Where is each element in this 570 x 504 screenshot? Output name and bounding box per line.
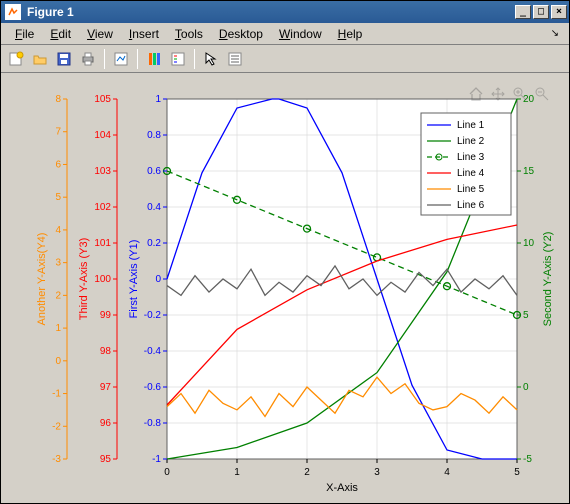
svg-text:Line 1: Line 1 xyxy=(457,120,485,131)
insert-colorbar-button[interactable] xyxy=(143,48,165,70)
svg-text:First Y-Axis (Y1): First Y-Axis (Y1) xyxy=(128,240,140,319)
menu-insert[interactable]: Insert xyxy=(121,25,167,43)
svg-text:98: 98 xyxy=(100,346,112,357)
svg-text:1: 1 xyxy=(155,94,161,105)
open-property-inspector-button[interactable] xyxy=(224,48,246,70)
svg-text:Third Y-Axis (Y3): Third Y-Axis (Y3) xyxy=(78,238,90,321)
menu-window[interactable]: Window xyxy=(271,25,330,43)
edit-plot-button[interactable] xyxy=(200,48,222,70)
svg-text:-1: -1 xyxy=(52,389,61,400)
svg-text:97: 97 xyxy=(100,382,112,393)
zoom-out-icon[interactable] xyxy=(533,85,551,103)
axes-canvas[interactable]: 0 1 2 3 4 5 X-Axis -1 -0.8 -0.6 -0.4 -0.2 0 0.2 0.4 0.6… xyxy=(7,79,563,497)
svg-text:0: 0 xyxy=(523,382,529,393)
menu-view[interactable]: View xyxy=(79,25,121,43)
svg-text:0.2: 0.2 xyxy=(147,238,161,249)
menu-desktop[interactable]: Desktop xyxy=(211,25,271,43)
svg-text:-1: -1 xyxy=(152,454,161,465)
svg-text:X-Axis: X-Axis xyxy=(326,482,358,494)
plot-area: 0 1 2 3 4 5 X-Axis -1 -0.8 -0.6 -0.4 -0.2 0 0.2 0.4 0.6… xyxy=(1,73,569,503)
svg-text:5: 5 xyxy=(55,192,61,203)
menubar: File Edit View Insert Tools Desktop Wind… xyxy=(1,23,569,45)
svg-text:15: 15 xyxy=(523,166,535,177)
svg-text:-5: -5 xyxy=(523,454,532,465)
window-title: Figure 1 xyxy=(27,5,513,19)
svg-text:105: 105 xyxy=(94,94,111,105)
svg-text:7: 7 xyxy=(55,127,61,138)
svg-text:103: 103 xyxy=(94,166,111,177)
svg-text:-0.4: -0.4 xyxy=(144,346,162,357)
svg-text:2: 2 xyxy=(55,290,61,301)
svg-text:Another Y-Axis(Y4): Another Y-Axis(Y4) xyxy=(36,233,48,326)
svg-text:Line 4: Line 4 xyxy=(457,168,485,179)
svg-text:104: 104 xyxy=(94,130,111,141)
svg-text:0: 0 xyxy=(155,274,161,285)
new-figure-button[interactable] xyxy=(5,48,27,70)
svg-text:2: 2 xyxy=(304,467,310,478)
svg-text:100: 100 xyxy=(94,274,111,285)
svg-text:3: 3 xyxy=(55,258,61,269)
svg-text:-2: -2 xyxy=(52,421,61,432)
menu-edit[interactable]: Edit xyxy=(42,25,79,43)
menu-file[interactable]: File xyxy=(7,25,42,43)
svg-text:Second Y-Axis (Y2): Second Y-Axis (Y2) xyxy=(542,232,554,327)
svg-text:1: 1 xyxy=(55,323,61,334)
svg-text:Line 3: Line 3 xyxy=(457,152,485,163)
menubar-overflow-icon[interactable]: ↘ xyxy=(547,26,563,41)
home-icon[interactable] xyxy=(467,85,485,103)
insert-legend-button[interactable] xyxy=(167,48,189,70)
svg-text:0: 0 xyxy=(55,356,61,367)
titlebar: Figure 1 _ □ × xyxy=(1,1,569,23)
minimize-button[interactable]: _ xyxy=(515,5,531,19)
svg-text:5: 5 xyxy=(514,467,520,478)
svg-text:4: 4 xyxy=(55,225,61,236)
svg-text:-0.8: -0.8 xyxy=(144,418,162,429)
svg-text:4: 4 xyxy=(444,467,450,478)
menu-help[interactable]: Help xyxy=(330,25,371,43)
pan-icon[interactable] xyxy=(489,85,507,103)
svg-text:96: 96 xyxy=(100,418,112,429)
svg-text:0.4: 0.4 xyxy=(147,202,161,213)
svg-text:3: 3 xyxy=(374,467,380,478)
axes-toolbar xyxy=(467,85,551,103)
figure-window: Figure 1 _ □ × File Edit View Insert Too… xyxy=(0,0,570,504)
toolbar xyxy=(1,45,569,73)
open-button[interactable] xyxy=(29,48,51,70)
save-button[interactable] xyxy=(53,48,75,70)
svg-text:95: 95 xyxy=(100,454,112,465)
svg-text:10: 10 xyxy=(523,238,535,249)
maximize-button[interactable]: □ xyxy=(533,5,549,19)
chart-svg: 0 1 2 3 4 5 X-Axis -1 -0.8 -0.6 -0.4 -0.2 0 0.2 0.4 0.6… xyxy=(7,79,563,497)
svg-text:-0.2: -0.2 xyxy=(144,310,162,321)
svg-text:1: 1 xyxy=(234,467,240,478)
link-plot-button[interactable] xyxy=(110,48,132,70)
zoom-in-icon[interactable] xyxy=(511,85,529,103)
menu-tools[interactable]: Tools xyxy=(167,25,211,43)
svg-text:-0.6: -0.6 xyxy=(144,382,162,393)
svg-text:101: 101 xyxy=(94,238,111,249)
svg-text:6: 6 xyxy=(55,159,61,170)
svg-text:Line 6: Line 6 xyxy=(457,200,485,211)
svg-text:0.8: 0.8 xyxy=(147,130,161,141)
svg-text:102: 102 xyxy=(94,202,111,213)
svg-text:99: 99 xyxy=(100,310,112,321)
svg-text:8: 8 xyxy=(55,94,61,105)
svg-text:-3: -3 xyxy=(52,454,61,465)
svg-text:0: 0 xyxy=(164,467,170,478)
close-button[interactable]: × xyxy=(551,5,567,19)
matlab-logo-icon xyxy=(5,4,21,20)
svg-text:Line 5: Line 5 xyxy=(457,184,485,195)
svg-text:Line 2: Line 2 xyxy=(457,136,485,147)
print-button[interactable] xyxy=(77,48,99,70)
svg-text:5: 5 xyxy=(523,310,529,321)
svg-text:0.6: 0.6 xyxy=(147,166,161,177)
